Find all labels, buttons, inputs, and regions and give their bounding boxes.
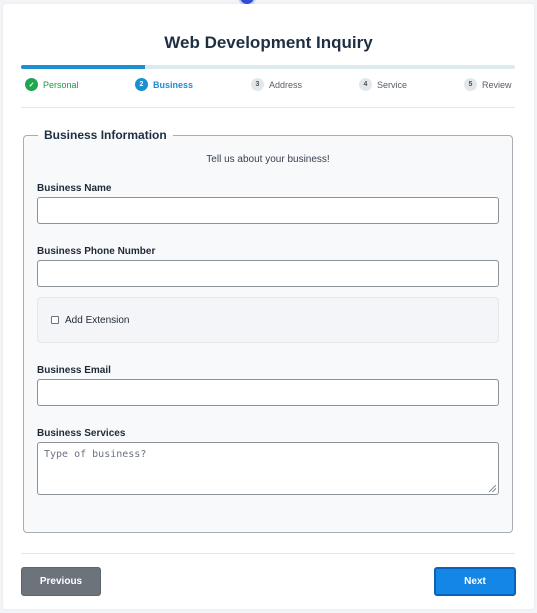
business-phone-input[interactable]: [37, 260, 499, 287]
business-phone-label: Business Phone Number: [37, 246, 156, 257]
business-email-label: Business Email: [37, 365, 111, 376]
add-extension-label[interactable]: Add Extension: [65, 315, 130, 326]
business-services-placeholder: Type of business?: [44, 449, 147, 460]
form-title: Web Development Inquiry: [164, 33, 373, 52]
business-services-textarea[interactable]: Type of business?: [37, 442, 499, 495]
step-number: 2: [135, 78, 148, 91]
business-information-section: Business Information Tell us about your …: [23, 128, 513, 533]
step-label: Business: [153, 79, 194, 90]
step-label: Service: [377, 79, 408, 90]
progress-bar-fill: [21, 65, 145, 69]
footer-divider: [21, 553, 515, 554]
extension-box: Add Extension: [37, 297, 499, 343]
step-personal[interactable]: ✓ Personal: [25, 78, 79, 91]
resize-grip-icon[interactable]: [489, 485, 496, 492]
section-subtitle: Tell us about your business!: [206, 154, 330, 165]
step-number: 4: [359, 78, 372, 91]
business-name-label: Business Name: [37, 183, 112, 194]
step-review[interactable]: 5 Review: [464, 78, 512, 91]
business-services-label: Business Services: [37, 428, 126, 439]
header-divider: [21, 107, 515, 108]
step-number: 5: [464, 78, 477, 91]
next-button[interactable]: Next: [434, 567, 516, 596]
step-label: Review: [482, 79, 512, 90]
step-number: 3: [251, 78, 264, 91]
progress-bar: [21, 65, 515, 69]
business-name-input[interactable]: [37, 197, 499, 224]
business-email-input[interactable]: [37, 379, 499, 406]
previous-button[interactable]: Previous: [21, 567, 101, 596]
step-business[interactable]: 2 Business: [135, 78, 193, 91]
section-legend: Business Information: [44, 128, 167, 142]
step-service[interactable]: 4 Service: [359, 78, 407, 91]
step-label: Address: [269, 79, 303, 90]
check-icon: ✓: [25, 78, 38, 91]
step-indicator: ✓ Personal 2 Business 3 Address 4 Servic…: [0, 78, 537, 94]
step-label: Personal: [43, 79, 79, 90]
add-extension-checkbox[interactable]: [51, 316, 59, 324]
step-address[interactable]: 3 Address: [251, 78, 302, 91]
